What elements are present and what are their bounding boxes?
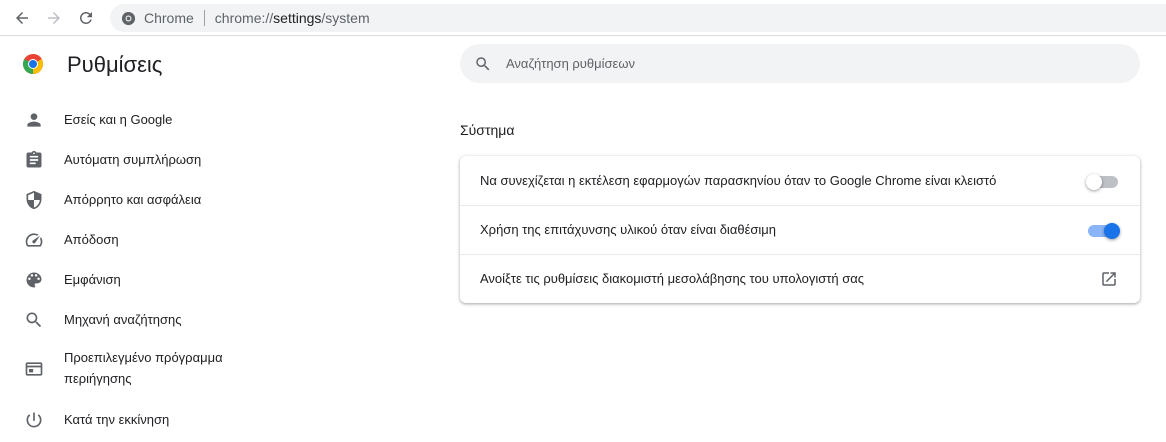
hardware-acceleration-toggle[interactable]	[1088, 222, 1120, 239]
chrome-logo-icon	[22, 53, 44, 75]
sidebar-item-autofill[interactable]: Αυτόματη συμπλήρωση	[0, 150, 300, 170]
search-icon	[24, 310, 44, 330]
search-input[interactable]	[506, 56, 1106, 71]
sidebar-item-label-line2: περιήγησης	[64, 371, 132, 386]
sidebar-item-label: Εμφάνιση	[64, 272, 121, 287]
sidebar-item-label: Αυτόματη συμπλήρωση	[64, 152, 202, 167]
section-title: Σύστημα	[460, 122, 515, 138]
sidebar-item-default-browser[interactable]: Προεπιλεγμένο πρόγραμμα περιήγησης	[0, 348, 300, 390]
browser-toolbar: Chrome chrome://settings/system	[0, 0, 1166, 36]
sidebar-item-performance[interactable]: Απόδοση	[0, 230, 300, 250]
sidebar-item-label: Εσείς και η Google	[64, 112, 173, 127]
address-bar[interactable]: Chrome chrome://settings/system	[110, 4, 1166, 32]
page-title: Ρυθμίσεις	[67, 52, 163, 77]
sidebar-item-label-line1: Προεπιλεγμένο πρόγραμμα	[64, 350, 223, 365]
toggle-knob	[1086, 173, 1102, 190]
speedometer-icon	[24, 230, 44, 250]
forward-button[interactable]	[42, 6, 66, 30]
search-icon	[476, 56, 490, 70]
setting-row-proxy-settings[interactable]: Ανοίξτε τις ρυθμίσεις διακομιστή μεσολάβ…	[460, 254, 1140, 303]
arrow-left-icon	[16, 12, 28, 24]
sidebar-item-label: Μηχανή αναζήτησης	[64, 312, 182, 327]
clipboard-icon	[24, 150, 44, 170]
sidebar-item-label: Κατά την εκκίνηση	[64, 412, 170, 427]
browser-window-icon	[24, 359, 44, 379]
chrome-page-icon	[120, 10, 136, 26]
sidebar-item-label: Απόδοση	[64, 232, 119, 247]
sidebar-item-you-and-google[interactable]: Εσείς και η Google	[0, 110, 300, 130]
open-in-new-icon[interactable]	[1100, 270, 1118, 288]
background-apps-toggle[interactable]	[1086, 173, 1118, 190]
reload-icon	[80, 11, 92, 24]
sidebar-item-search-engine[interactable]: Μηχανή αναζήτησης	[0, 310, 300, 330]
person-icon	[24, 110, 44, 130]
setting-label: Χρήση της επιτάχυνσης υλικού όταν είναι …	[480, 222, 776, 237]
setting-label: Ανοίξτε τις ρυθμίσεις διακομιστή μεσολάβ…	[480, 271, 865, 286]
omnibox-divider	[203, 10, 205, 26]
url-text: chrome://settings/system	[214, 10, 370, 26]
sidebar-item-on-startup[interactable]: Κατά την εκκίνηση	[0, 410, 300, 430]
setting-row-background-apps[interactable]: Να συνεχίζεται η εκτέλεση εφαρμογών παρα…	[460, 156, 1140, 205]
back-button[interactable]	[10, 6, 34, 30]
settings-search[interactable]	[460, 44, 1140, 83]
sidebar-item-privacy-security[interactable]: Απόρρητο και ασφάλεια	[0, 190, 300, 210]
setting-label: Να συνεχίζεται η εκτέλεση εφαρμογών παρα…	[480, 173, 997, 188]
site-label: Chrome	[144, 10, 194, 26]
shield-icon	[24, 190, 44, 210]
setting-row-hardware-acceleration[interactable]: Χρήση της επιτάχυνσης υλικού όταν είναι …	[460, 205, 1140, 254]
sidebar-item-appearance[interactable]: Εμφάνιση	[0, 270, 300, 290]
toggle-knob	[1104, 222, 1120, 239]
arrow-right-icon	[48, 12, 60, 24]
reload-button[interactable]	[74, 6, 98, 30]
system-settings-card: Να συνεχίζεται η εκτέλεση εφαρμογών παρα…	[460, 156, 1140, 303]
palette-icon	[24, 270, 44, 290]
sidebar-item-label: Απόρρητο και ασφάλεια	[64, 192, 202, 207]
power-icon	[24, 410, 44, 430]
